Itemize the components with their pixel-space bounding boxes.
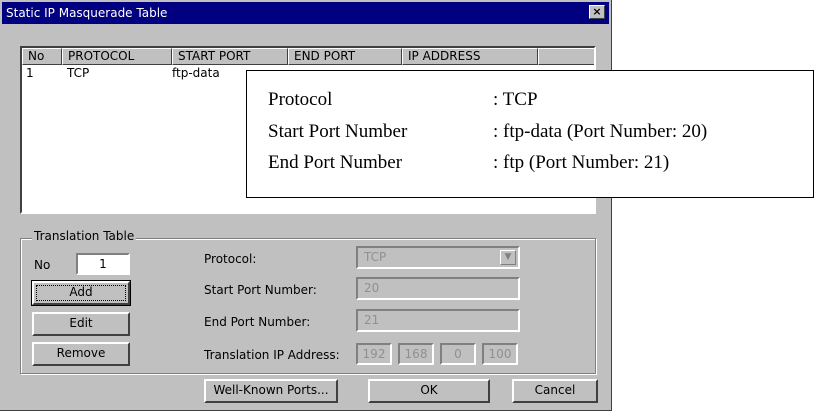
focus-rect	[36, 285, 126, 301]
callout-label-start-port: Start Port Number	[268, 121, 408, 142]
chevron-down-icon[interactable]: ▼	[500, 250, 516, 265]
ip-octet-1[interactable]: 192	[356, 343, 392, 365]
ip-octet-2[interactable]: 168	[398, 343, 434, 365]
callout-label-protocol: Protocol	[268, 89, 333, 110]
protocol-select-value: TCP	[364, 250, 387, 264]
callout-value-end-port: : ftp (Port Number: 21)	[493, 152, 670, 173]
cancel-button[interactable]: Cancel	[512, 379, 598, 403]
ok-button[interactable]: OK	[368, 379, 490, 403]
window-title: Static IP Masquerade Table	[6, 6, 168, 20]
group-title: Translation Table	[32, 229, 137, 243]
cell-start-port: ftp-data	[172, 66, 220, 80]
callout-label-end-port: End Port Number	[268, 152, 403, 173]
remove-button[interactable]: Remove	[32, 342, 130, 366]
translation-ip-label: Translation IP Address:	[204, 348, 340, 362]
end-port-input[interactable]: 21	[356, 309, 520, 332]
start-port-input[interactable]: 20	[356, 277, 520, 300]
column-header-protocol[interactable]: PROTOCOL	[62, 48, 172, 65]
cell-no: 1	[26, 66, 34, 80]
ip-octet-3[interactable]: 0	[440, 343, 476, 365]
column-header-start-port[interactable]: START PORT	[172, 48, 288, 65]
well-known-ports-button[interactable]: Well-Known Ports...	[204, 379, 338, 403]
callout-box: Protocol : TCP Start Port Number : ftp-d…	[246, 70, 814, 198]
list-header: No PROTOCOL START PORT END PORT IP ADDRE…	[22, 48, 594, 65]
column-header-end-port[interactable]: END PORT	[288, 48, 402, 65]
callout-value-protocol: : TCP	[493, 89, 538, 110]
protocol-select[interactable]: TCP ▼	[356, 246, 520, 269]
no-input[interactable]: 1	[76, 253, 130, 275]
ok-button-label: OK	[420, 383, 438, 397]
column-header-no[interactable]: No	[22, 48, 62, 65]
cell-protocol: TCP	[67, 66, 90, 80]
dialog-window: Static IP Masquerade Table × No PROTOCOL…	[0, 0, 612, 411]
callout-value-start-port: : ftp-data (Port Number: 20)	[493, 121, 708, 142]
well-known-ports-label: Well-Known Ports...	[213, 383, 329, 397]
cancel-button-label: Cancel	[534, 383, 576, 397]
end-port-label: End Port Number:	[204, 315, 311, 329]
protocol-label: Protocol:	[204, 252, 257, 266]
add-button[interactable]: Add	[31, 280, 131, 306]
column-header-blank[interactable]	[538, 48, 594, 65]
remove-button-label: Remove	[56, 346, 106, 360]
edit-button[interactable]: Edit	[32, 312, 130, 336]
edit-button-label: Edit	[69, 316, 93, 330]
start-port-label: Start Port Number:	[204, 283, 317, 297]
column-header-ip-address[interactable]: IP ADDRESS	[402, 48, 538, 65]
no-label: No	[34, 258, 51, 272]
title-bar[interactable]: Static IP Masquerade Table ×	[2, 2, 609, 24]
close-button[interactable]: ×	[589, 5, 605, 19]
ip-octet-4[interactable]: 100	[482, 343, 518, 365]
close-icon: ×	[592, 5, 602, 18]
